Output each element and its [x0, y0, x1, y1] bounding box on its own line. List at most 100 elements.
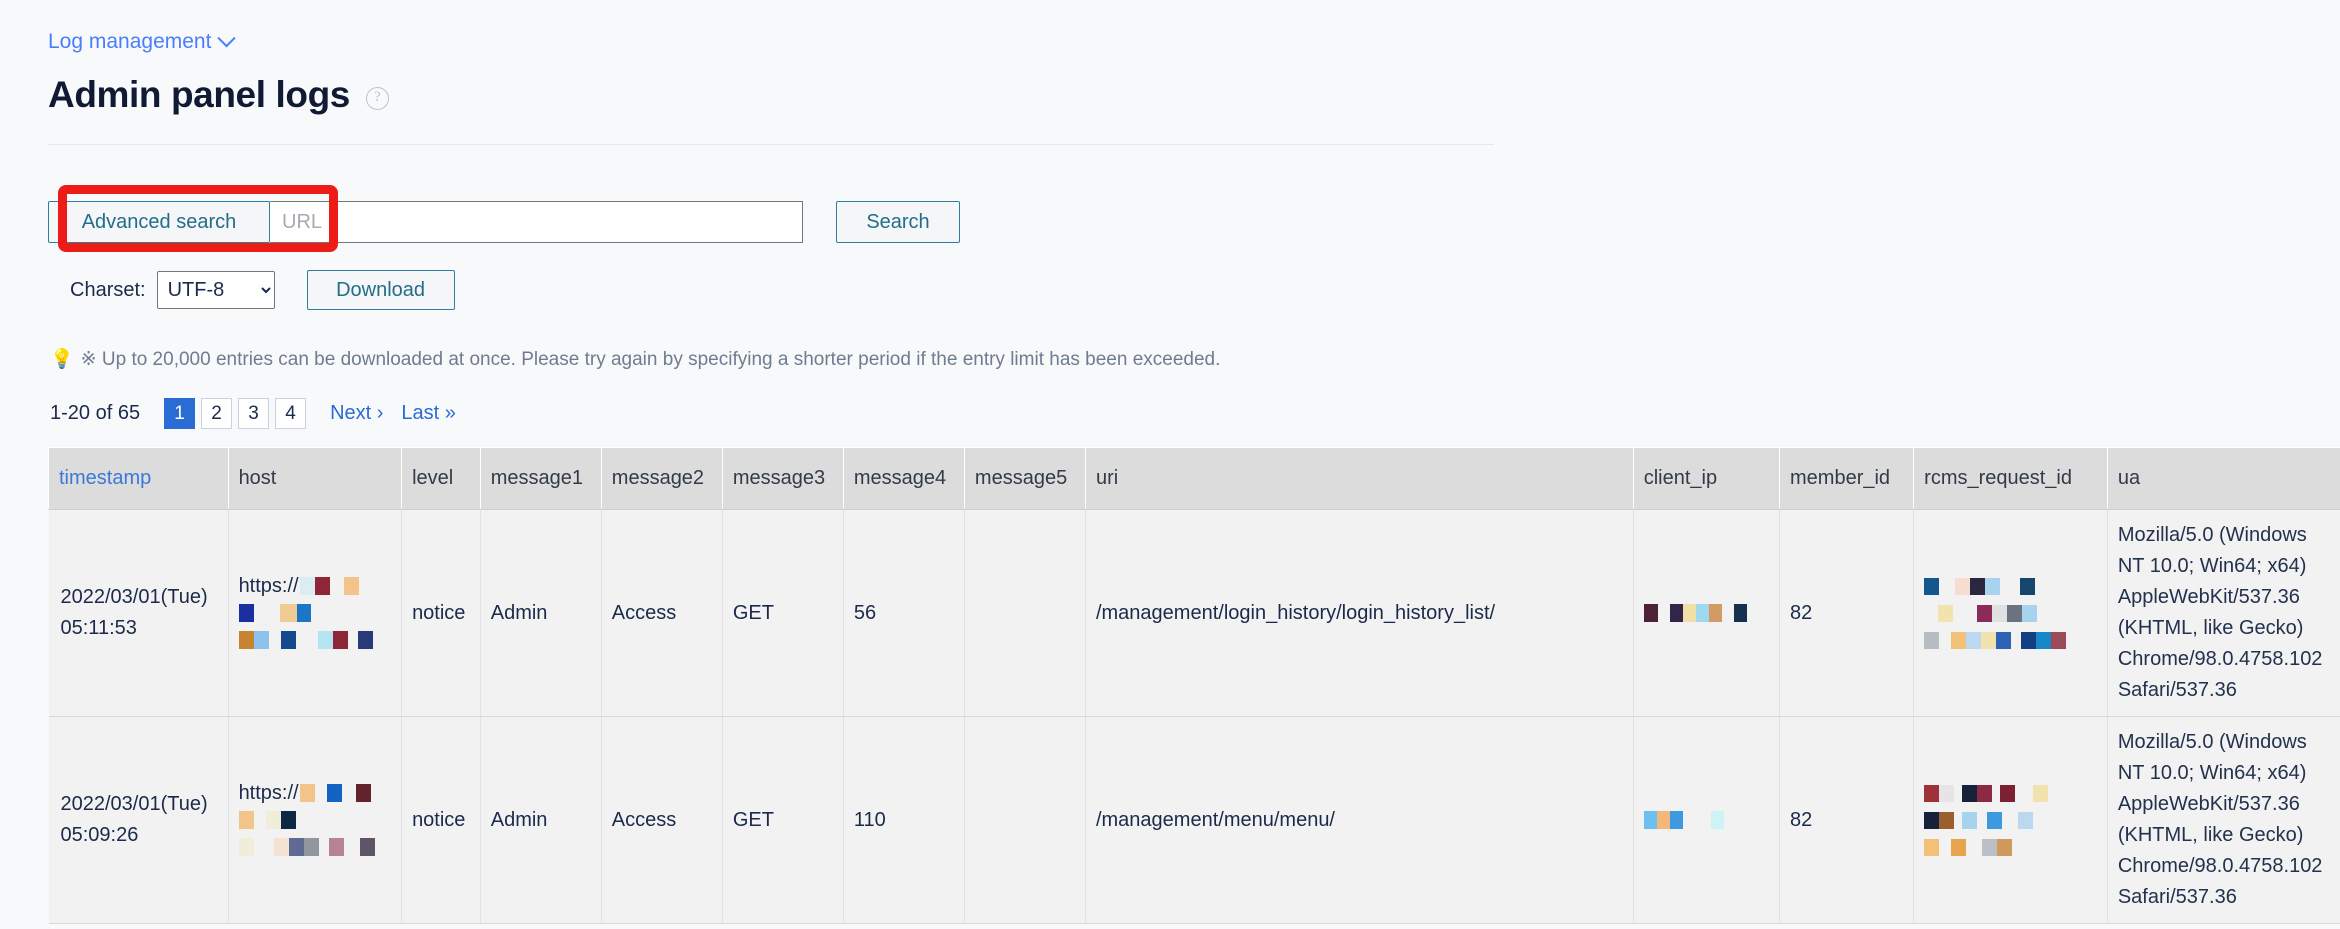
- redacted-block: [343, 577, 359, 595]
- page-button-4[interactable]: 4: [275, 398, 307, 429]
- redacted-block: [2020, 577, 2036, 595]
- timestamp-date: 2022/03/01(Tue): [60, 586, 208, 608]
- cell-level: notice: [401, 716, 481, 924]
- cell-message1: Admin: [480, 509, 602, 717]
- column-header-message1[interactable]: message1: [479, 447, 602, 510]
- header-divider: [48, 144, 1494, 145]
- table-header-row: timestamp host level message1 message2 m…: [48, 447, 2340, 510]
- redacted-block: [303, 838, 319, 856]
- search-input[interactable]: [270, 201, 803, 243]
- redacted-block: [2021, 631, 2037, 649]
- redacted-block: [1938, 604, 1954, 622]
- redacted-block: [1939, 811, 1955, 829]
- download-controls: Charset: UTF-8 Download: [48, 270, 2292, 310]
- download-limit-note-text: ※ Up to 20,000 entries can be downloaded…: [80, 348, 1221, 370]
- cell-rcms-request-id: [1913, 716, 2108, 924]
- redacted-block: [1982, 838, 1998, 856]
- cell-client-ip: [1633, 716, 1781, 924]
- redacted-block: [1962, 784, 1978, 802]
- redacted-block: [1656, 811, 1670, 829]
- column-header-host[interactable]: host: [227, 447, 403, 510]
- host-protocol: https://: [238, 781, 299, 804]
- cell-level: notice: [401, 509, 481, 717]
- column-header-ua[interactable]: ua: [2106, 447, 2340, 510]
- column-header-rcms-request-id[interactable]: rcms_request_id: [1913, 447, 2108, 510]
- cell-ua: Mozilla/5.0 (Windows NT 10.0; Win64; x64…: [2107, 716, 2340, 924]
- column-header-message2[interactable]: message2: [600, 447, 723, 510]
- redacted-block: [1955, 577, 1971, 595]
- redacted-block: [253, 631, 269, 649]
- column-header-level[interactable]: level: [401, 447, 481, 510]
- redacted-block: [1924, 631, 1940, 649]
- search-bar: Advanced search Search: [48, 185, 2292, 252]
- redacted-block: [288, 838, 304, 856]
- column-header-message4[interactable]: message4: [842, 447, 965, 510]
- redacted-block: [2051, 631, 2067, 649]
- redacted-block: [238, 631, 254, 649]
- search-button[interactable]: Search: [836, 201, 960, 243]
- redacted-block: [2000, 784, 2016, 802]
- cell-rcms-request-id: [1913, 509, 2108, 717]
- column-header-message3[interactable]: message3: [721, 447, 844, 510]
- column-header-client-ip[interactable]: client_ip: [1632, 447, 1781, 510]
- redacted-block: [280, 631, 296, 649]
- cell-message4: 56: [843, 509, 965, 717]
- table-row[interactable]: 2022/03/01(Tue) 05:11:53 https:// notice…: [48, 509, 2340, 717]
- chevron-down-icon: [217, 28, 237, 47]
- redacted-block: [299, 784, 315, 802]
- redacted-block: [273, 838, 289, 856]
- redacted-block: [2007, 604, 2023, 622]
- page-button-2[interactable]: 2: [201, 398, 233, 429]
- redacted-block: [1669, 604, 1683, 622]
- redacted-block: [1708, 604, 1722, 622]
- page-title: Admin panel logs: [48, 74, 350, 115]
- column-header-uri[interactable]: uri: [1084, 447, 1634, 510]
- redacted-block: [238, 604, 254, 622]
- page-button-1[interactable]: 1: [164, 398, 196, 429]
- redacted-block: [1951, 631, 1967, 649]
- redacted-block: [1669, 811, 1683, 829]
- redacted-block: [296, 604, 311, 622]
- host-protocol: https://: [238, 574, 299, 597]
- page-button-3[interactable]: 3: [238, 398, 270, 429]
- redacted-block: [1981, 631, 1997, 649]
- next-page-link[interactable]: Next ›: [330, 402, 383, 425]
- redacted-block: [1987, 811, 2003, 829]
- redacted-block: [332, 631, 348, 649]
- advanced-search-button[interactable]: Advanced search: [48, 201, 270, 243]
- breadcrumb[interactable]: Log management: [48, 0, 237, 54]
- redacted-block: [238, 838, 254, 856]
- redacted-block: [1992, 604, 2008, 622]
- cell-host: https://: [228, 716, 403, 924]
- redacted-block: [1951, 838, 1967, 856]
- redacted-block: [317, 631, 333, 649]
- last-page-link[interactable]: Last »: [401, 402, 455, 425]
- timestamp-time: 05:11:53: [60, 617, 137, 639]
- cell-message3: GET: [722, 716, 844, 924]
- redacted-block: [1977, 784, 1993, 802]
- redacted-block: [280, 811, 296, 829]
- redacted-block: [1643, 811, 1657, 829]
- redacted-block: [1985, 577, 2001, 595]
- download-button[interactable]: Download: [306, 270, 455, 310]
- redacted-block: [1695, 604, 1709, 622]
- charset-label: Charset:: [70, 278, 146, 301]
- redacted-block: [1924, 784, 1940, 802]
- cell-timestamp: 2022/03/01(Tue) 05:09:26: [48, 716, 229, 924]
- redacted-block: [1966, 631, 1982, 649]
- redacted-block: [326, 784, 342, 802]
- redacted-block: [314, 577, 330, 595]
- redacted-block: [1682, 604, 1696, 622]
- redacted-block: [1710, 811, 1724, 829]
- pagination-count: 1-20 of 65: [50, 402, 141, 424]
- redacted-block: [1733, 604, 1747, 622]
- column-header-member-id[interactable]: member_id: [1778, 447, 1915, 510]
- charset-select[interactable]: UTF-8: [156, 271, 275, 309]
- logs-table-container: timestamp host level message1 message2 m…: [48, 447, 2340, 924]
- question-mark-icon[interactable]: ?: [365, 86, 389, 110]
- column-header-timestamp[interactable]: timestamp: [48, 447, 229, 510]
- redacted-block: [1970, 577, 1986, 595]
- redacted-block: [1977, 604, 1993, 622]
- table-row[interactable]: 2022/03/01(Tue) 05:09:26 https:// notice…: [48, 716, 2340, 924]
- column-header-message5[interactable]: message5: [963, 447, 1086, 510]
